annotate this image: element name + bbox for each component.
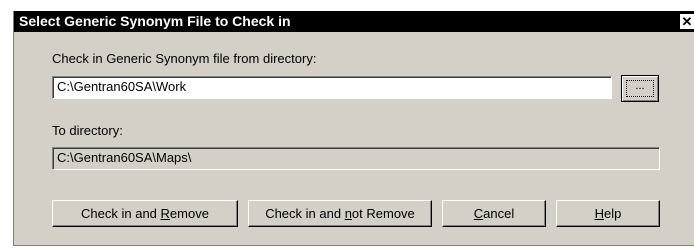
button-label: ancel	[483, 206, 515, 221]
check-in-and-not-remove-button[interactable]: Check in and not Remove	[248, 200, 432, 227]
button-accelerator: n	[344, 206, 352, 221]
button-accelerator: C	[473, 206, 484, 221]
to-directory-field: C:\Gentran60SA\Maps\	[52, 147, 660, 170]
to-directory-label: To directory:	[52, 123, 123, 138]
from-directory-label: Check in Generic Synonym file from direc…	[52, 51, 317, 66]
cancel-button[interactable]: Cancel	[442, 200, 546, 227]
title-bar[interactable]: Select Generic Synonym File to Check in …	[14, 11, 694, 32]
button-label: ot Remove	[351, 206, 415, 221]
button-accelerator: R	[160, 206, 170, 221]
button-label: emove	[169, 206, 209, 221]
check-in-dialog: Select Generic Synonym File to Check in …	[13, 11, 694, 246]
browse-button[interactable]: ...	[621, 75, 659, 102]
from-directory-field[interactable]: C:\Gentran60SA\Work	[52, 76, 612, 99]
check-in-and-remove-button[interactable]: Check in and Remove	[52, 200, 238, 227]
browse-button-label: ...	[626, 80, 654, 97]
help-button[interactable]: Help	[556, 200, 660, 227]
close-icon[interactable]: ✕	[680, 14, 694, 29]
button-label: Check in and	[81, 206, 161, 221]
button-accelerator: H	[594, 206, 605, 221]
button-label: elp	[604, 206, 622, 221]
dialog-title: Select Generic Synonym File to Check in	[19, 13, 291, 29]
button-label: Check in and	[265, 206, 345, 221]
